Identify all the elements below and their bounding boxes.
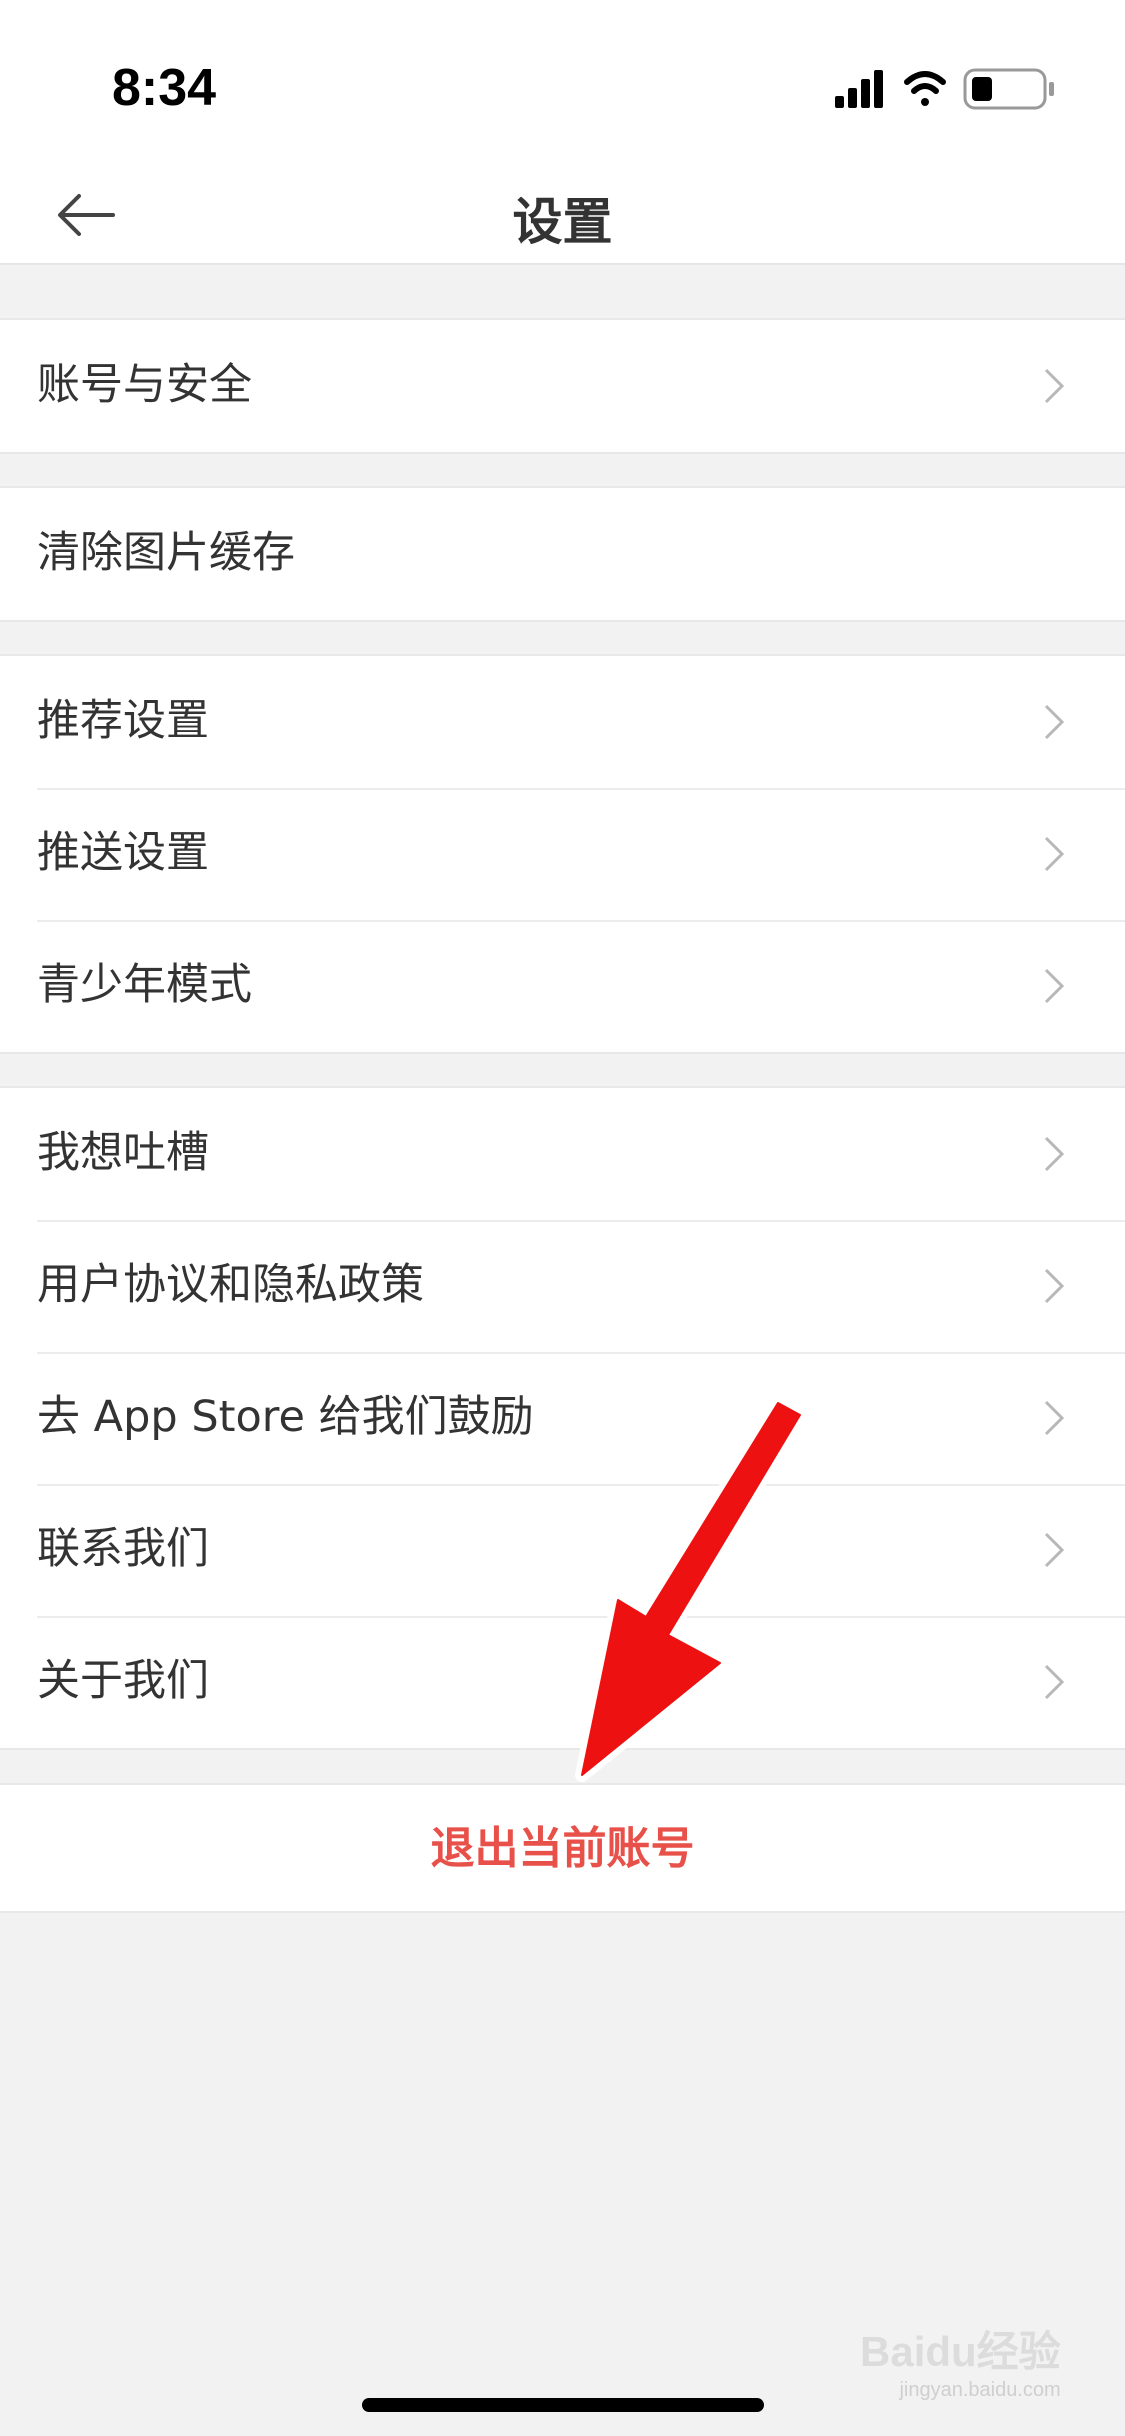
settings-item-youth-mode[interactable]: 青少年模式 xyxy=(0,920,1125,1052)
watermark-logo: Baidu经验 jingyan.baidu.com xyxy=(860,2318,1061,2402)
annotation-arrow-icon xyxy=(575,1396,807,1782)
settings-item-privacy[interactable]: 用户协议和隐私政策 xyxy=(0,1220,1125,1352)
page-title: 设置 xyxy=(512,193,613,251)
chevron-right-icon xyxy=(1044,1268,1065,1304)
settings-item-label: 用户协议和隐私政策 xyxy=(37,1260,424,1310)
settings-group-cache: 清除图片缓存 xyxy=(0,486,1125,622)
settings-item-label: 推荐设置 xyxy=(37,696,209,746)
wifi-icon xyxy=(904,71,946,106)
settings-item-label: 账号与安全 xyxy=(37,360,252,410)
settings-item-label: 我想吐槽 xyxy=(37,1128,209,1178)
settings-item-label: 青少年模式 xyxy=(37,960,252,1010)
settings-item-clear-cache[interactable]: 清除图片缓存 xyxy=(0,488,1125,620)
chevron-right-icon xyxy=(1044,1664,1065,1700)
chevron-right-icon xyxy=(1044,968,1065,1004)
battery-icon xyxy=(963,68,1054,110)
watermark-brand: Baidu经验 xyxy=(860,2328,1061,2375)
settings-item-label: 联系我们 xyxy=(37,1524,209,1574)
settings-item-account-security[interactable]: 账号与安全 xyxy=(0,320,1125,452)
settings-group-preferences: 推荐设置 推送设置 青少年模式 xyxy=(0,654,1125,1054)
status-icons xyxy=(835,68,1054,110)
settings-item-label: 关于我们 xyxy=(37,1656,209,1706)
chevron-right-icon xyxy=(1044,1532,1065,1568)
settings-group-account: 账号与安全 xyxy=(0,318,1125,454)
settings-item-label: 去 App Store 给我们鼓励 xyxy=(37,1392,534,1442)
settings-item-label: 推送设置 xyxy=(37,828,209,878)
signal-icon xyxy=(835,70,883,108)
chevron-right-icon xyxy=(1044,368,1065,404)
settings-item-label: 清除图片缓存 xyxy=(37,528,295,578)
header: 8:34 设置 xyxy=(0,0,1125,265)
chevron-right-icon xyxy=(1044,1136,1065,1172)
watermark-url: jingyan.baidu.com xyxy=(899,2379,1061,2401)
chevron-right-icon xyxy=(1044,836,1065,872)
settings-item-push[interactable]: 推送设置 xyxy=(0,788,1125,920)
logout-label: 退出当前账号 xyxy=(430,1823,695,1874)
status-time: 8:34 xyxy=(112,59,217,117)
settings-item-recommend[interactable]: 推荐设置 xyxy=(0,656,1125,788)
settings-item-feedback[interactable]: 我想吐槽 xyxy=(0,1088,1125,1220)
chevron-right-icon xyxy=(1044,704,1065,740)
chevron-right-icon xyxy=(1044,1400,1065,1436)
home-indicator[interactable] xyxy=(362,2398,764,2412)
logout-button[interactable]: 退出当前账号 xyxy=(0,1783,1125,1913)
